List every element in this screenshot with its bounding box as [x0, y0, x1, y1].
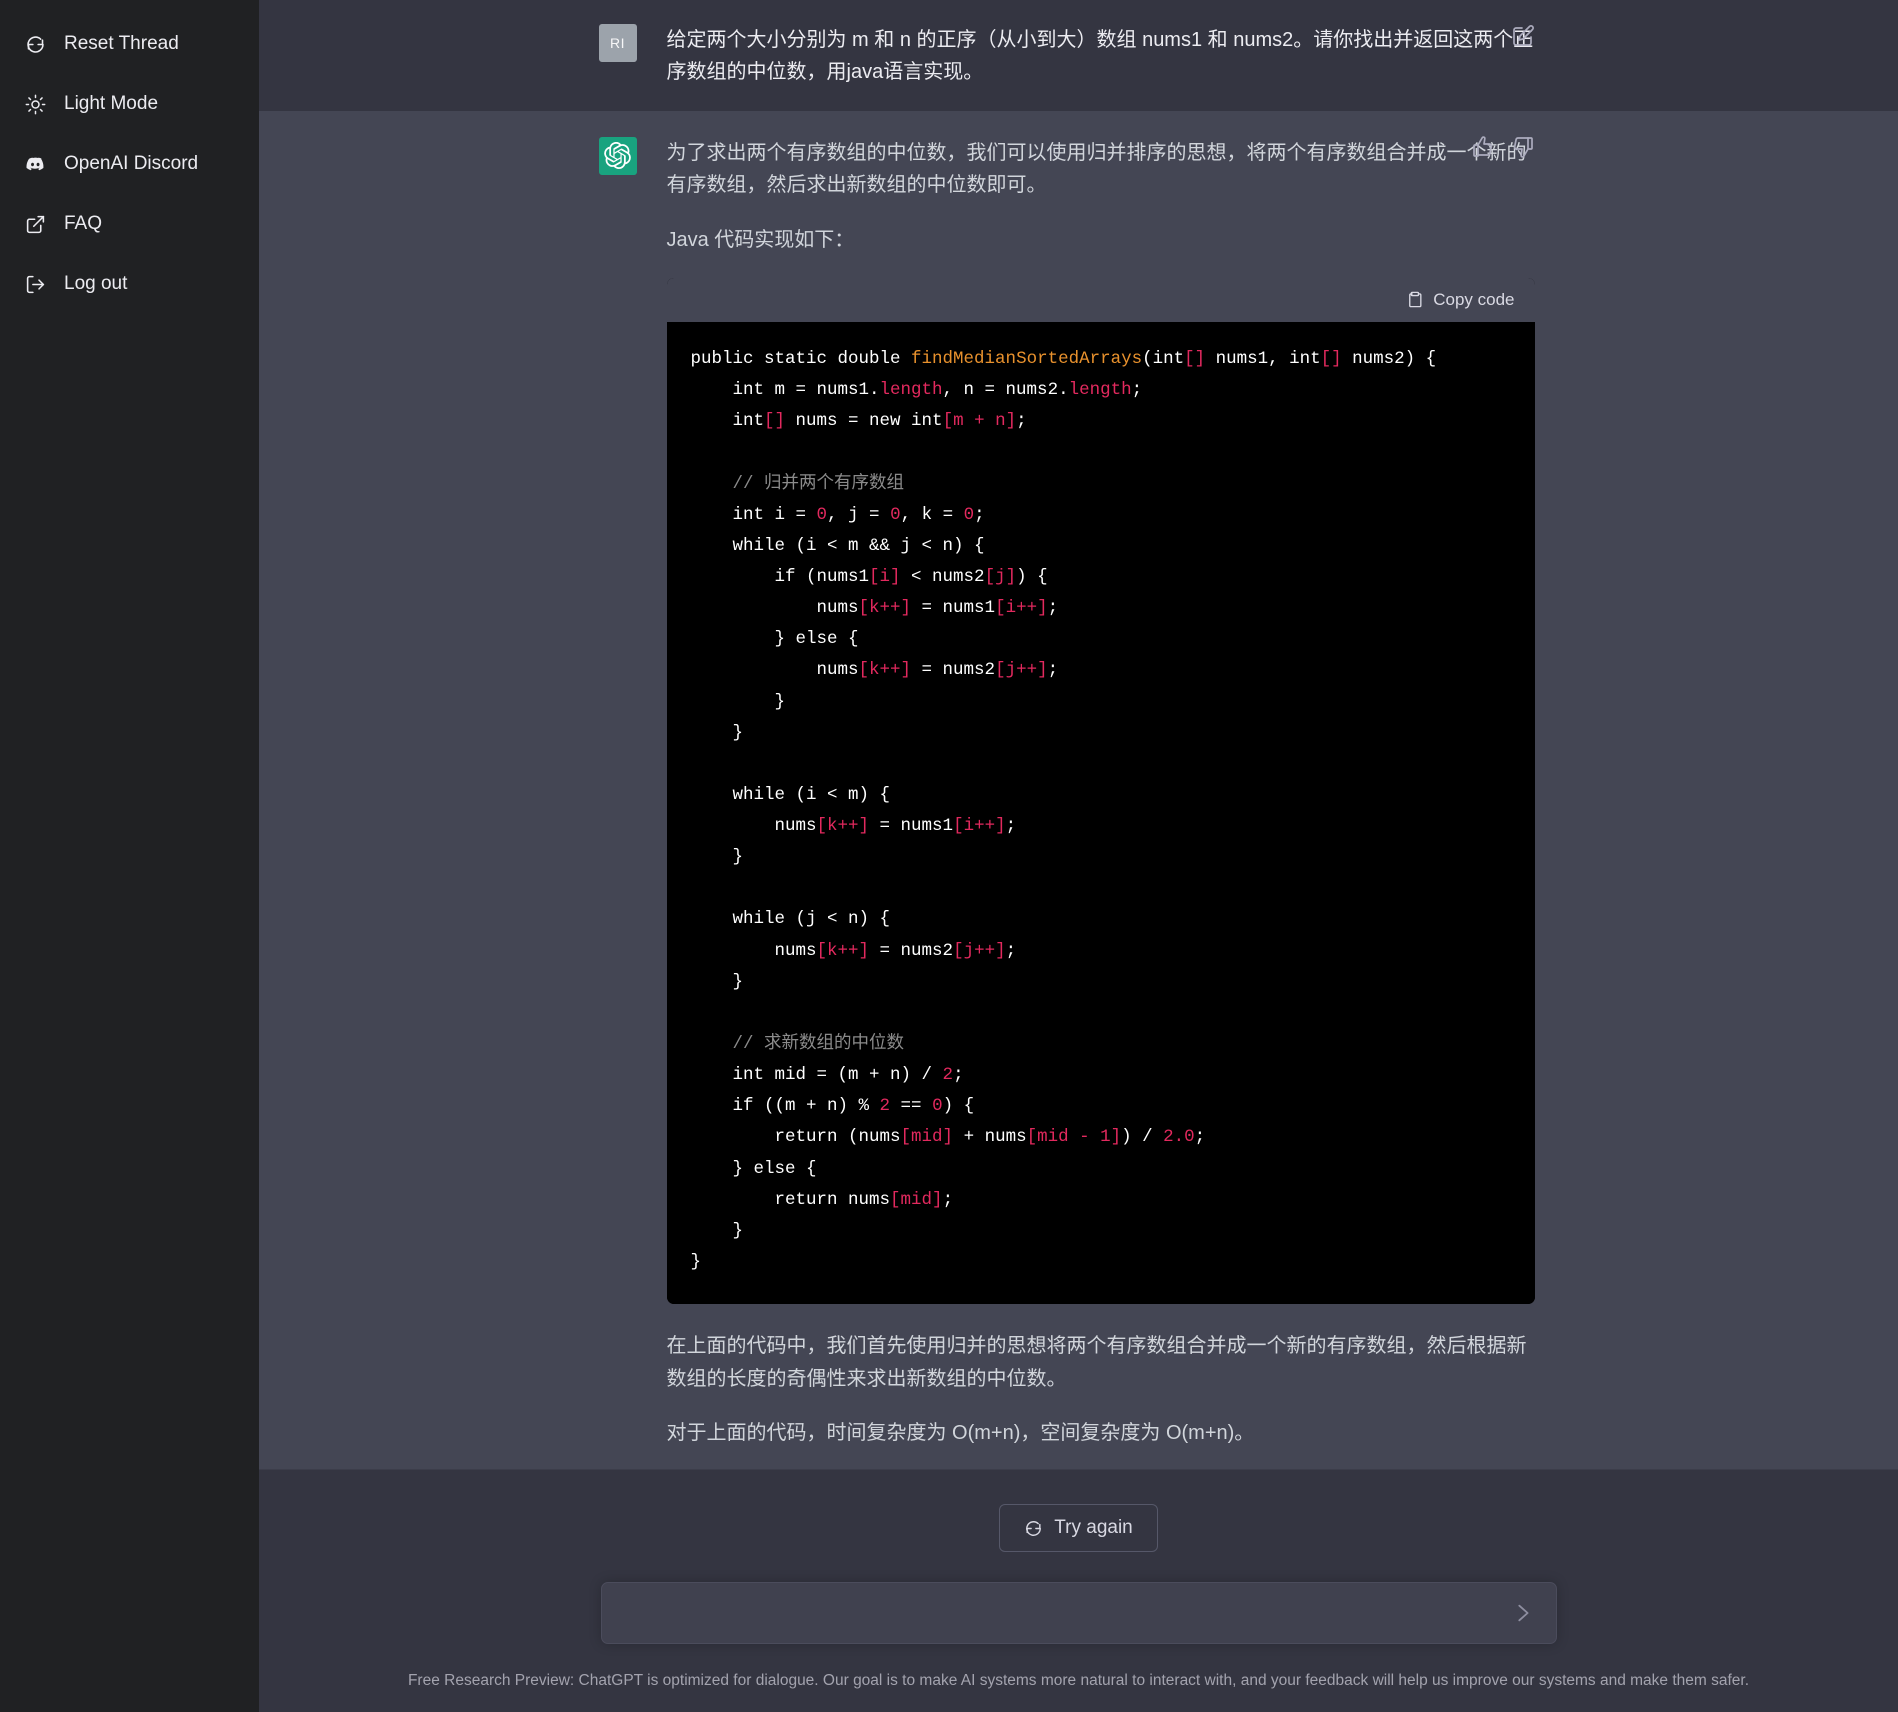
sidebar-label: FAQ [64, 213, 103, 234]
sidebar-item-reset-thread[interactable]: Reset Thread [0, 14, 259, 74]
user-message: RI 给定两个大小分别为 m 和 n 的正序（从小到大）数组 nums1 和 n… [259, 0, 1898, 111]
assistant-message: 为了求出两个有序数组的中位数，我们可以使用归并排序的思想，将两个有序数组合并成一… [259, 110, 1898, 1469]
sidebar-item-openai-discord[interactable]: OpenAI Discord [0, 134, 259, 194]
conversation-thread: RI 给定两个大小分别为 m 和 n 的正序（从小到大）数组 nums1 和 n… [259, 0, 1898, 1469]
assistant-message-body: 为了求出两个有序数组的中位数，我们可以使用归并排序的思想，将两个有序数组合并成一… [666, 137, 1535, 1450]
thumbs-up-icon[interactable] [1471, 135, 1495, 159]
composer-row [259, 1582, 1898, 1644]
external-link-icon [24, 213, 46, 235]
bottom-bar: Try again Free Research Preview: ChatGPT… [259, 1469, 1898, 1712]
prompt-input[interactable] [621, 1600, 1508, 1626]
assistant-message-actions [1471, 135, 1535, 159]
thumbs-down-icon[interactable] [1511, 135, 1535, 159]
composer[interactable] [600, 1582, 1557, 1644]
main-panel: RI 给定两个大小分别为 m 和 n 的正序（从小到大）数组 nums1 和 n… [259, 0, 1898, 1712]
logout-icon [24, 273, 46, 295]
user-message-body: 给定两个大小分别为 m 和 n 的正序（从小到大）数组 nums1 和 nums… [667, 24, 1535, 89]
user-message-actions [1511, 24, 1535, 48]
code-content: public static double findMedianSortedArr… [666, 321, 1535, 1305]
assistant-paragraph-3: 在上面的代码中，我们首先使用归并的思想将两个有序数组合并成一个新的有序数组，然后… [666, 1335, 1527, 1390]
try-again-row: Try again [259, 1504, 1898, 1552]
sidebar-label: OpenAI Discord [64, 153, 199, 174]
user-message-text: 给定两个大小分别为 m 和 n 的正序（从小到大）数组 nums1 和 nums… [666, 29, 1534, 84]
openai-logo-icon [598, 136, 637, 175]
sidebar-item-light-mode[interactable]: Light Mode [0, 74, 259, 134]
code-block-header: Copy code [666, 277, 1535, 322]
footer-disclaimer: Free Research Preview: ChatGPT is optimi… [407, 1672, 1750, 1689]
clipboard-icon [1405, 290, 1424, 309]
chatgpt-app: Reset Thread Light Mode OpenAI Discord F… [0, 0, 1898, 1712]
sidebar: Reset Thread Light Mode OpenAI Discord F… [0, 0, 259, 1712]
edit-icon[interactable] [1511, 24, 1535, 48]
refresh-icon [24, 33, 46, 55]
sidebar-label: Light Mode [64, 93, 159, 114]
try-again-button[interactable]: Try again [999, 1504, 1158, 1552]
send-icon[interactable] [1508, 1598, 1538, 1628]
sidebar-label: Log out [64, 273, 128, 294]
copy-code-label: Copy code [1433, 289, 1515, 309]
sun-icon [24, 93, 46, 115]
assistant-paragraph-1: 为了求出两个有序数组的中位数，我们可以使用归并排序的思想，将两个有序数组合并成一… [666, 141, 1527, 197]
assistant-paragraph-4: 对于上面的代码，时间复杂度为 O(m+n)，空间复杂度为 O(m+n)。 [666, 1421, 1255, 1444]
refresh-icon [1024, 1519, 1043, 1538]
code-block: Copy code public static double findMedia… [666, 277, 1535, 1305]
sidebar-item-log-out[interactable]: Log out [0, 254, 259, 314]
sidebar-item-faq[interactable]: FAQ [0, 194, 259, 254]
try-again-label: Try again [1054, 1517, 1133, 1538]
avatar: RI [598, 24, 637, 62]
sidebar-label: Reset Thread [64, 33, 179, 54]
assistant-paragraph-2: Java 代码实现如下： [666, 228, 855, 251]
discord-icon [24, 153, 46, 175]
copy-code-button[interactable]: Copy code [1405, 289, 1515, 310]
